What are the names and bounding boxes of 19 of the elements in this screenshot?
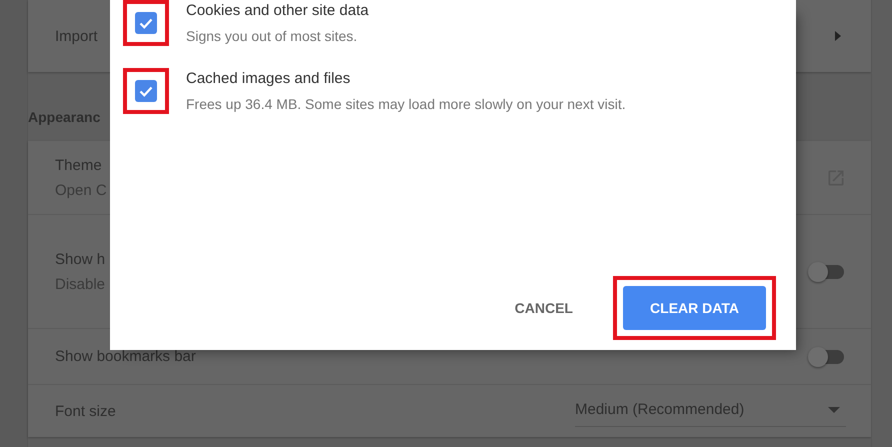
checkbox[interactable]	[135, 80, 157, 102]
setting-title: Font size	[55, 402, 116, 420]
clear-data-button[interactable]: CLEAR DATA	[623, 286, 766, 330]
import-label: Import	[55, 28, 98, 44]
option-title: Cookies and other site data	[186, 2, 369, 19]
toggle-switch[interactable]	[810, 264, 844, 278]
option-description: Frees up 36.4 MB. Some sites may load more slowly on your next visit.	[186, 96, 626, 112]
font-size-dropdown[interactable]: Medium (Recommended)	[575, 395, 846, 427]
setting-title: Theme	[55, 156, 103, 174]
setting-title: Show h	[55, 250, 106, 268]
checkbox[interactable]	[135, 12, 157, 34]
checkmark-icon	[139, 18, 153, 28]
arrow-right-icon	[835, 31, 841, 41]
caret-icon	[828, 406, 840, 412]
option-description: Signs you out of most sites.	[186, 28, 358, 44]
checkmark-icon	[139, 86, 153, 96]
toggle-switch[interactable]	[810, 350, 844, 364]
cancel-button[interactable]: CANCEL	[506, 286, 581, 330]
option-title: Cached images and files	[186, 70, 352, 87]
